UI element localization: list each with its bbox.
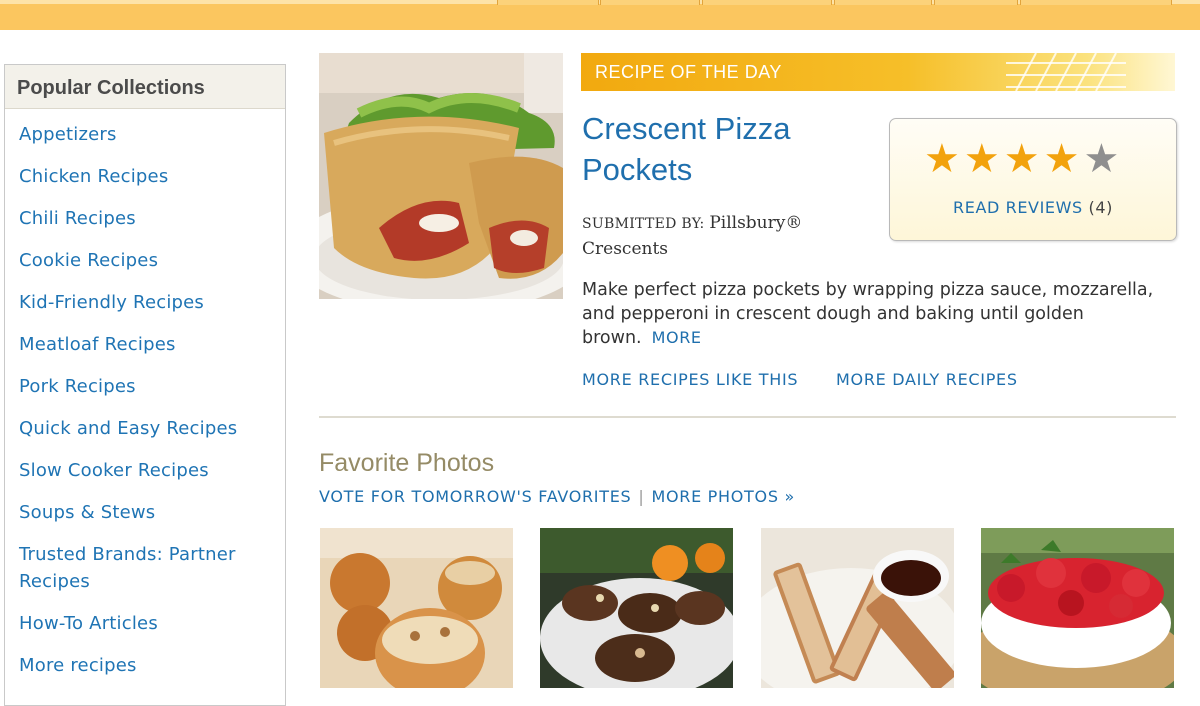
sidebar-item-cookie[interactable]: Cookie Recipes <box>5 248 158 274</box>
recipe-of-the-day-banner: RECIPE OF THE DAY <box>581 53 1175 91</box>
more-daily-recipes-link[interactable]: MORE DAILY RECIPES <box>836 370 1018 389</box>
recipe-title[interactable]: Crescent Pizza Pockets <box>582 108 872 190</box>
recipe-title-line2[interactable]: Pockets <box>582 152 692 187</box>
star-icon: ★ <box>1043 136 1080 182</box>
more-photos-link[interactable]: MORE PHOTOS » <box>651 487 794 506</box>
star-rating: ★ ★ ★ ★ ★ <box>924 139 1123 179</box>
submitted-by: SUBMITTED BY: Pillsbury® Crescents <box>582 211 872 262</box>
recipe-description: Make perfect pizza pockets by wrapping p… <box>582 278 1167 350</box>
sidebar-item-trusted-brands-line2[interactable]: Recipes <box>5 569 90 595</box>
sidebar-item-quick-easy[interactable]: Quick and Easy Recipes <box>5 416 237 442</box>
section-divider <box>319 416 1176 418</box>
favorite-photo-2[interactable] <box>540 528 733 688</box>
sidebar-item-soups-stews[interactable]: Soups & Stews <box>5 500 155 526</box>
submitted-by-label: SUBMITTED BY: <box>582 216 705 232</box>
favorite-photo-4[interactable] <box>981 528 1174 688</box>
nav-tab-4[interactable] <box>834 0 932 5</box>
sidebar-item-pork[interactable]: Pork Recipes <box>5 374 136 400</box>
favorite-photo-1[interactable] <box>320 528 513 688</box>
popular-collections-sidebar: Popular Collections Appetizers Chicken R… <box>4 64 286 706</box>
read-reviews-label[interactable]: READ REVIEWS <box>953 198 1083 217</box>
sidebar-item-more-recipes[interactable]: More recipes <box>5 653 137 679</box>
nav-tab-1[interactable] <box>497 0 599 5</box>
submitted-by-brand: Pillsbury® <box>709 213 803 233</box>
top-nav-bar <box>0 0 1200 30</box>
nav-tab-5[interactable] <box>934 0 1018 5</box>
waffle-grid-icon <box>1006 53 1126 91</box>
nav-tab-6[interactable] <box>1020 0 1172 5</box>
link-separator: | <box>638 487 645 506</box>
rating-box: ★ ★ ★ ★ ★ READ REVIEWS (4) <box>889 118 1177 241</box>
sidebar-item-appetizers[interactable]: Appetizers <box>5 122 117 148</box>
sidebar-title: Popular Collections <box>5 65 285 109</box>
favorite-photos-title: Favorite Photos <box>319 449 495 477</box>
favorite-photos-links: VOTE FOR TOMORROW'S FAVORITES | MORE PHOTO… <box>319 487 795 506</box>
more-recipes-like-this-link[interactable]: MORE RECIPES LIKE THIS <box>582 370 798 389</box>
nav-tab-3[interactable] <box>702 0 832 5</box>
banner-label: RECIPE OF THE DAY <box>595 62 782 82</box>
star-icon: ★ <box>963 136 1000 182</box>
sidebar-item-slow-cooker[interactable]: Slow Cooker Recipes <box>5 458 209 484</box>
nav-tab-2[interactable] <box>600 0 700 5</box>
sidebar-item-how-to[interactable]: How-To Articles <box>5 611 158 637</box>
sidebar-item-trusted-brands[interactable]: Trusted Brands: Partner <box>5 542 236 568</box>
favorite-photo-3[interactable] <box>761 528 954 688</box>
recipe-links: MORE RECIPES LIKE THIS MORE DAILY RECIPE… <box>582 370 1050 389</box>
sidebar-item-kid-friendly[interactable]: Kid-Friendly Recipes <box>5 290 204 316</box>
submitted-by-brand-line2: Crescents <box>582 239 669 259</box>
sidebar-item-meatloaf[interactable]: Meatloaf Recipes <box>5 332 176 358</box>
star-icon: ★ <box>1083 136 1120 182</box>
read-reviews-link[interactable]: READ REVIEWS (4) <box>890 198 1176 217</box>
star-icon: ★ <box>924 136 960 182</box>
star-icon: ★ <box>1003 136 1040 182</box>
recipe-photo[interactable] <box>319 53 563 299</box>
sidebar-item-chili[interactable]: Chili Recipes <box>5 206 136 232</box>
recipe-title-line1[interactable]: Crescent Pizza <box>582 111 790 146</box>
reviews-count: (4) <box>1088 198 1113 217</box>
more-link[interactable]: MORE <box>652 328 702 347</box>
vote-favorites-link[interactable]: VOTE FOR TOMORROW'S FAVORITES <box>319 487 631 506</box>
sidebar-item-chicken[interactable]: Chicken Recipes <box>5 164 168 190</box>
